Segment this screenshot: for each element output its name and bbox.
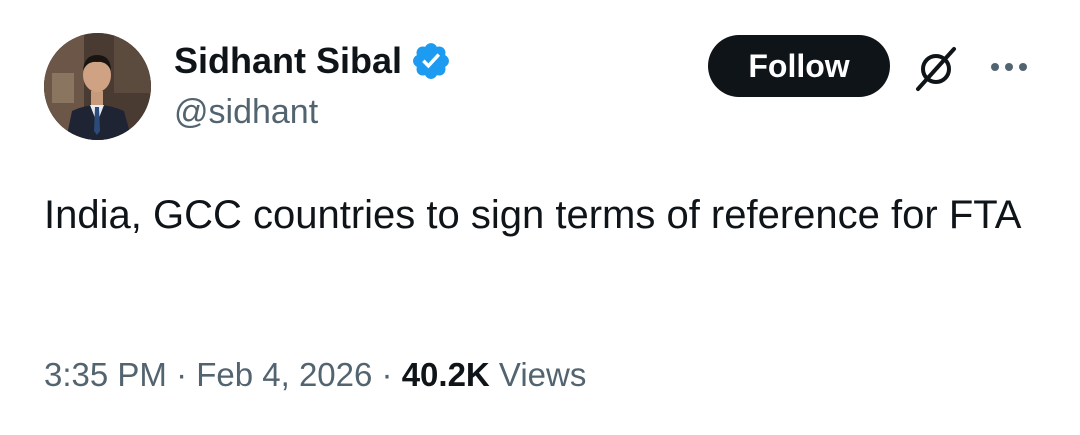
meta-separator: · (372, 356, 402, 393)
avatar[interactable] (44, 33, 151, 140)
more-options-icon[interactable] (988, 60, 1030, 74)
views-count[interactable]: 40.2K (402, 356, 490, 393)
meta-separator: · (166, 356, 197, 393)
tweet-meta: 3:35 PM · Feb 4, 2026 · 40.2K Views (44, 354, 586, 396)
tweet-text: India, GCC countries to sign terms of re… (44, 193, 1022, 237)
views-label: Views (489, 356, 587, 393)
tweet-time[interactable]: 3:35 PM (44, 356, 167, 393)
grok-icon[interactable] (910, 42, 962, 94)
author-name[interactable]: Sidhant Sibal (174, 40, 452, 82)
author-handle[interactable]: @sidhant (174, 92, 318, 132)
avatar-photo (44, 33, 151, 140)
author-display-name[interactable]: Sidhant Sibal (174, 40, 402, 82)
follow-button[interactable]: Follow (708, 35, 890, 97)
verified-badge-icon (413, 43, 449, 79)
tweet-date[interactable]: Feb 4, 2026 (196, 356, 372, 393)
